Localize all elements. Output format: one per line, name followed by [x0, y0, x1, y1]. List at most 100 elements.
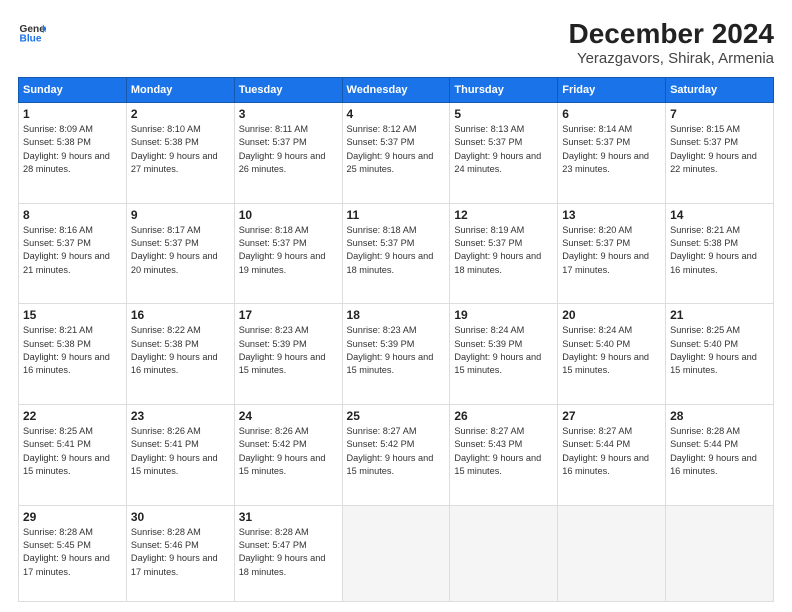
calendar-week-row: 22Sunrise: 8:25 AM Sunset: 5:41 PM Dayli…: [19, 405, 774, 506]
calendar-cell: 6Sunrise: 8:14 AM Sunset: 5:37 PM Daylig…: [558, 103, 666, 204]
day-info: Sunrise: 8:16 AM Sunset: 5:37 PM Dayligh…: [23, 224, 122, 277]
day-info: Sunrise: 8:12 AM Sunset: 5:37 PM Dayligh…: [347, 123, 446, 176]
calendar-cell: 11 Sunrise: 8:18 AM Sunset: 5:37 PM Dayli…: [342, 203, 450, 304]
day-number: 16: [131, 308, 230, 322]
day-number: 2: [131, 107, 230, 121]
day-number: 5: [454, 107, 553, 121]
calendar-cell: [450, 505, 558, 601]
calendar-cell: 14 Sunrise: 8:21 AM Sunset: 5:38 PM Dayli…: [666, 203, 774, 304]
calendar-cell: [558, 505, 666, 601]
day-info: Sunrise: 8:21 AM Sunset: 5:38 PM Dayligh…: [23, 324, 122, 377]
page-subtitle: Yerazgavors, Shirak, Armenia: [569, 50, 774, 67]
calendar-cell: 19Sunrise: 8:24 AM Sunset: 5:39 PM Dayli…: [450, 304, 558, 405]
day-number: 20: [562, 308, 661, 322]
calendar-cell: 9 Sunrise: 8:17 AM Sunset: 5:37 PM Daylig…: [126, 203, 234, 304]
calendar-cell: 26 Sunrise: 8:27 AM Sunset: 5:43 PM Dayli…: [450, 405, 558, 506]
calendar-cell: 4Sunrise: 8:12 AM Sunset: 5:37 PM Daylig…: [342, 103, 450, 204]
col-thursday: Thursday: [450, 78, 558, 103]
title-block: December 2024 Yerazgavors, Shirak, Armen…: [569, 18, 774, 67]
day-info: Sunrise: 8:23 AM Sunset: 5:39 PM Dayligh…: [239, 324, 338, 377]
svg-text:Blue: Blue: [20, 33, 42, 44]
calendar-cell: 31 Sunrise: 8:28 AM Sunset: 5:47 PM Dayli…: [234, 505, 342, 601]
calendar-cell: 13 Sunrise: 8:20 AM Sunset: 5:37 PM Dayli…: [558, 203, 666, 304]
day-number: 3: [239, 107, 338, 121]
day-number: 19: [454, 308, 553, 322]
calendar-cell: 22Sunrise: 8:25 AM Sunset: 5:41 PM Dayli…: [19, 405, 127, 506]
day-number: 23: [131, 409, 230, 423]
calendar-week-row: 15 Sunrise: 8:21 AM Sunset: 5:38 PM Dayli…: [19, 304, 774, 405]
calendar-cell: [666, 505, 774, 601]
day-number: 24: [239, 409, 338, 423]
calendar-cell: 29 Sunrise: 8:28 AM Sunset: 5:45 PM Dayli…: [19, 505, 127, 601]
calendar-cell: 21Sunrise: 8:25 AM Sunset: 5:40 PM Dayli…: [666, 304, 774, 405]
calendar-cell: 1 Sunrise: 8:09 AM Sunset: 5:38 PM Daylig…: [19, 103, 127, 204]
day-info: Sunrise: 8:27 AM Sunset: 5:43 PM Dayligh…: [454, 425, 553, 478]
calendar-cell: 28Sunrise: 8:28 AM Sunset: 5:44 PM Dayli…: [666, 405, 774, 506]
day-number: 12: [454, 208, 553, 222]
day-number: 31: [239, 510, 338, 524]
day-info: Sunrise: 8:25 AM Sunset: 5:40 PM Dayligh…: [670, 324, 769, 377]
day-info: Sunrise: 8:26 AM Sunset: 5:42 PM Dayligh…: [239, 425, 338, 478]
calendar-week-row: 29 Sunrise: 8:28 AM Sunset: 5:45 PM Dayli…: [19, 505, 774, 601]
day-info: Sunrise: 8:10 AM Sunset: 5:38 PM Dayligh…: [131, 123, 230, 176]
day-info: Sunrise: 8:13 AM Sunset: 5:37 PM Dayligh…: [454, 123, 553, 176]
day-number: 1: [23, 107, 122, 121]
day-info: Sunrise: 8:15 AM Sunset: 5:37 PM Dayligh…: [670, 123, 769, 176]
page-title: December 2024: [569, 18, 774, 50]
day-info: Sunrise: 8:25 AM Sunset: 5:41 PM Dayligh…: [23, 425, 122, 478]
calendar-cell: 7Sunrise: 8:15 AM Sunset: 5:37 PM Daylig…: [666, 103, 774, 204]
day-info: Sunrise: 8:20 AM Sunset: 5:37 PM Dayligh…: [562, 224, 661, 277]
col-monday: Monday: [126, 78, 234, 103]
col-sunday: Sunday: [19, 78, 127, 103]
day-number: 14: [670, 208, 769, 222]
day-info: Sunrise: 8:18 AM Sunset: 5:37 PM Dayligh…: [347, 224, 446, 277]
page: General Blue December 2024 Yerazgavors, …: [0, 0, 792, 612]
col-friday: Friday: [558, 78, 666, 103]
calendar-cell: 27Sunrise: 8:27 AM Sunset: 5:44 PM Dayli…: [558, 405, 666, 506]
day-number: 9: [131, 208, 230, 222]
day-info: Sunrise: 8:19 AM Sunset: 5:37 PM Dayligh…: [454, 224, 553, 277]
calendar-cell: 17 Sunrise: 8:23 AM Sunset: 5:39 PM Dayli…: [234, 304, 342, 405]
calendar-cell: 3 Sunrise: 8:11 AM Sunset: 5:37 PM Daylig…: [234, 103, 342, 204]
calendar-cell: 5 Sunrise: 8:13 AM Sunset: 5:37 PM Daylig…: [450, 103, 558, 204]
col-wednesday: Wednesday: [342, 78, 450, 103]
calendar-cell: 30Sunrise: 8:28 AM Sunset: 5:46 PM Dayli…: [126, 505, 234, 601]
day-number: 11: [347, 208, 446, 222]
day-info: Sunrise: 8:21 AM Sunset: 5:38 PM Dayligh…: [670, 224, 769, 277]
day-number: 29: [23, 510, 122, 524]
calendar-cell: 25Sunrise: 8:27 AM Sunset: 5:42 PM Dayli…: [342, 405, 450, 506]
day-info: Sunrise: 8:26 AM Sunset: 5:41 PM Dayligh…: [131, 425, 230, 478]
calendar-cell: [342, 505, 450, 601]
col-tuesday: Tuesday: [234, 78, 342, 103]
col-saturday: Saturday: [666, 78, 774, 103]
calendar-week-row: 1 Sunrise: 8:09 AM Sunset: 5:38 PM Daylig…: [19, 103, 774, 204]
calendar-cell: 20Sunrise: 8:24 AM Sunset: 5:40 PM Dayli…: [558, 304, 666, 405]
day-number: 26: [454, 409, 553, 423]
day-number: 13: [562, 208, 661, 222]
day-info: Sunrise: 8:28 AM Sunset: 5:46 PM Dayligh…: [131, 526, 230, 579]
day-info: Sunrise: 8:23 AM Sunset: 5:39 PM Dayligh…: [347, 324, 446, 377]
day-info: Sunrise: 8:18 AM Sunset: 5:37 PM Dayligh…: [239, 224, 338, 277]
day-number: 10: [239, 208, 338, 222]
day-info: Sunrise: 8:22 AM Sunset: 5:38 PM Dayligh…: [131, 324, 230, 377]
day-number: 8: [23, 208, 122, 222]
calendar-table: Sunday Monday Tuesday Wednesday Thursday…: [18, 77, 774, 602]
day-number: 18: [347, 308, 446, 322]
day-info: Sunrise: 8:27 AM Sunset: 5:42 PM Dayligh…: [347, 425, 446, 478]
calendar-cell: 18 Sunrise: 8:23 AM Sunset: 5:39 PM Dayli…: [342, 304, 450, 405]
day-info: Sunrise: 8:28 AM Sunset: 5:44 PM Dayligh…: [670, 425, 769, 478]
calendar-cell: 24 Sunrise: 8:26 AM Sunset: 5:42 PM Dayli…: [234, 405, 342, 506]
day-info: Sunrise: 8:11 AM Sunset: 5:37 PM Dayligh…: [239, 123, 338, 176]
day-info: Sunrise: 8:09 AM Sunset: 5:38 PM Dayligh…: [23, 123, 122, 176]
calendar-cell: 15 Sunrise: 8:21 AM Sunset: 5:38 PM Dayli…: [19, 304, 127, 405]
day-number: 15: [23, 308, 122, 322]
logo-icon: General Blue: [18, 18, 46, 46]
header: General Blue December 2024 Yerazgavors, …: [18, 18, 774, 67]
day-number: 27: [562, 409, 661, 423]
calendar-cell: 12 Sunrise: 8:19 AM Sunset: 5:37 PM Dayli…: [450, 203, 558, 304]
day-number: 17: [239, 308, 338, 322]
calendar-cell: 23 Sunrise: 8:26 AM Sunset: 5:41 PM Dayli…: [126, 405, 234, 506]
day-info: Sunrise: 8:28 AM Sunset: 5:45 PM Dayligh…: [23, 526, 122, 579]
day-info: Sunrise: 8:17 AM Sunset: 5:37 PM Dayligh…: [131, 224, 230, 277]
day-info: Sunrise: 8:28 AM Sunset: 5:47 PM Dayligh…: [239, 526, 338, 579]
